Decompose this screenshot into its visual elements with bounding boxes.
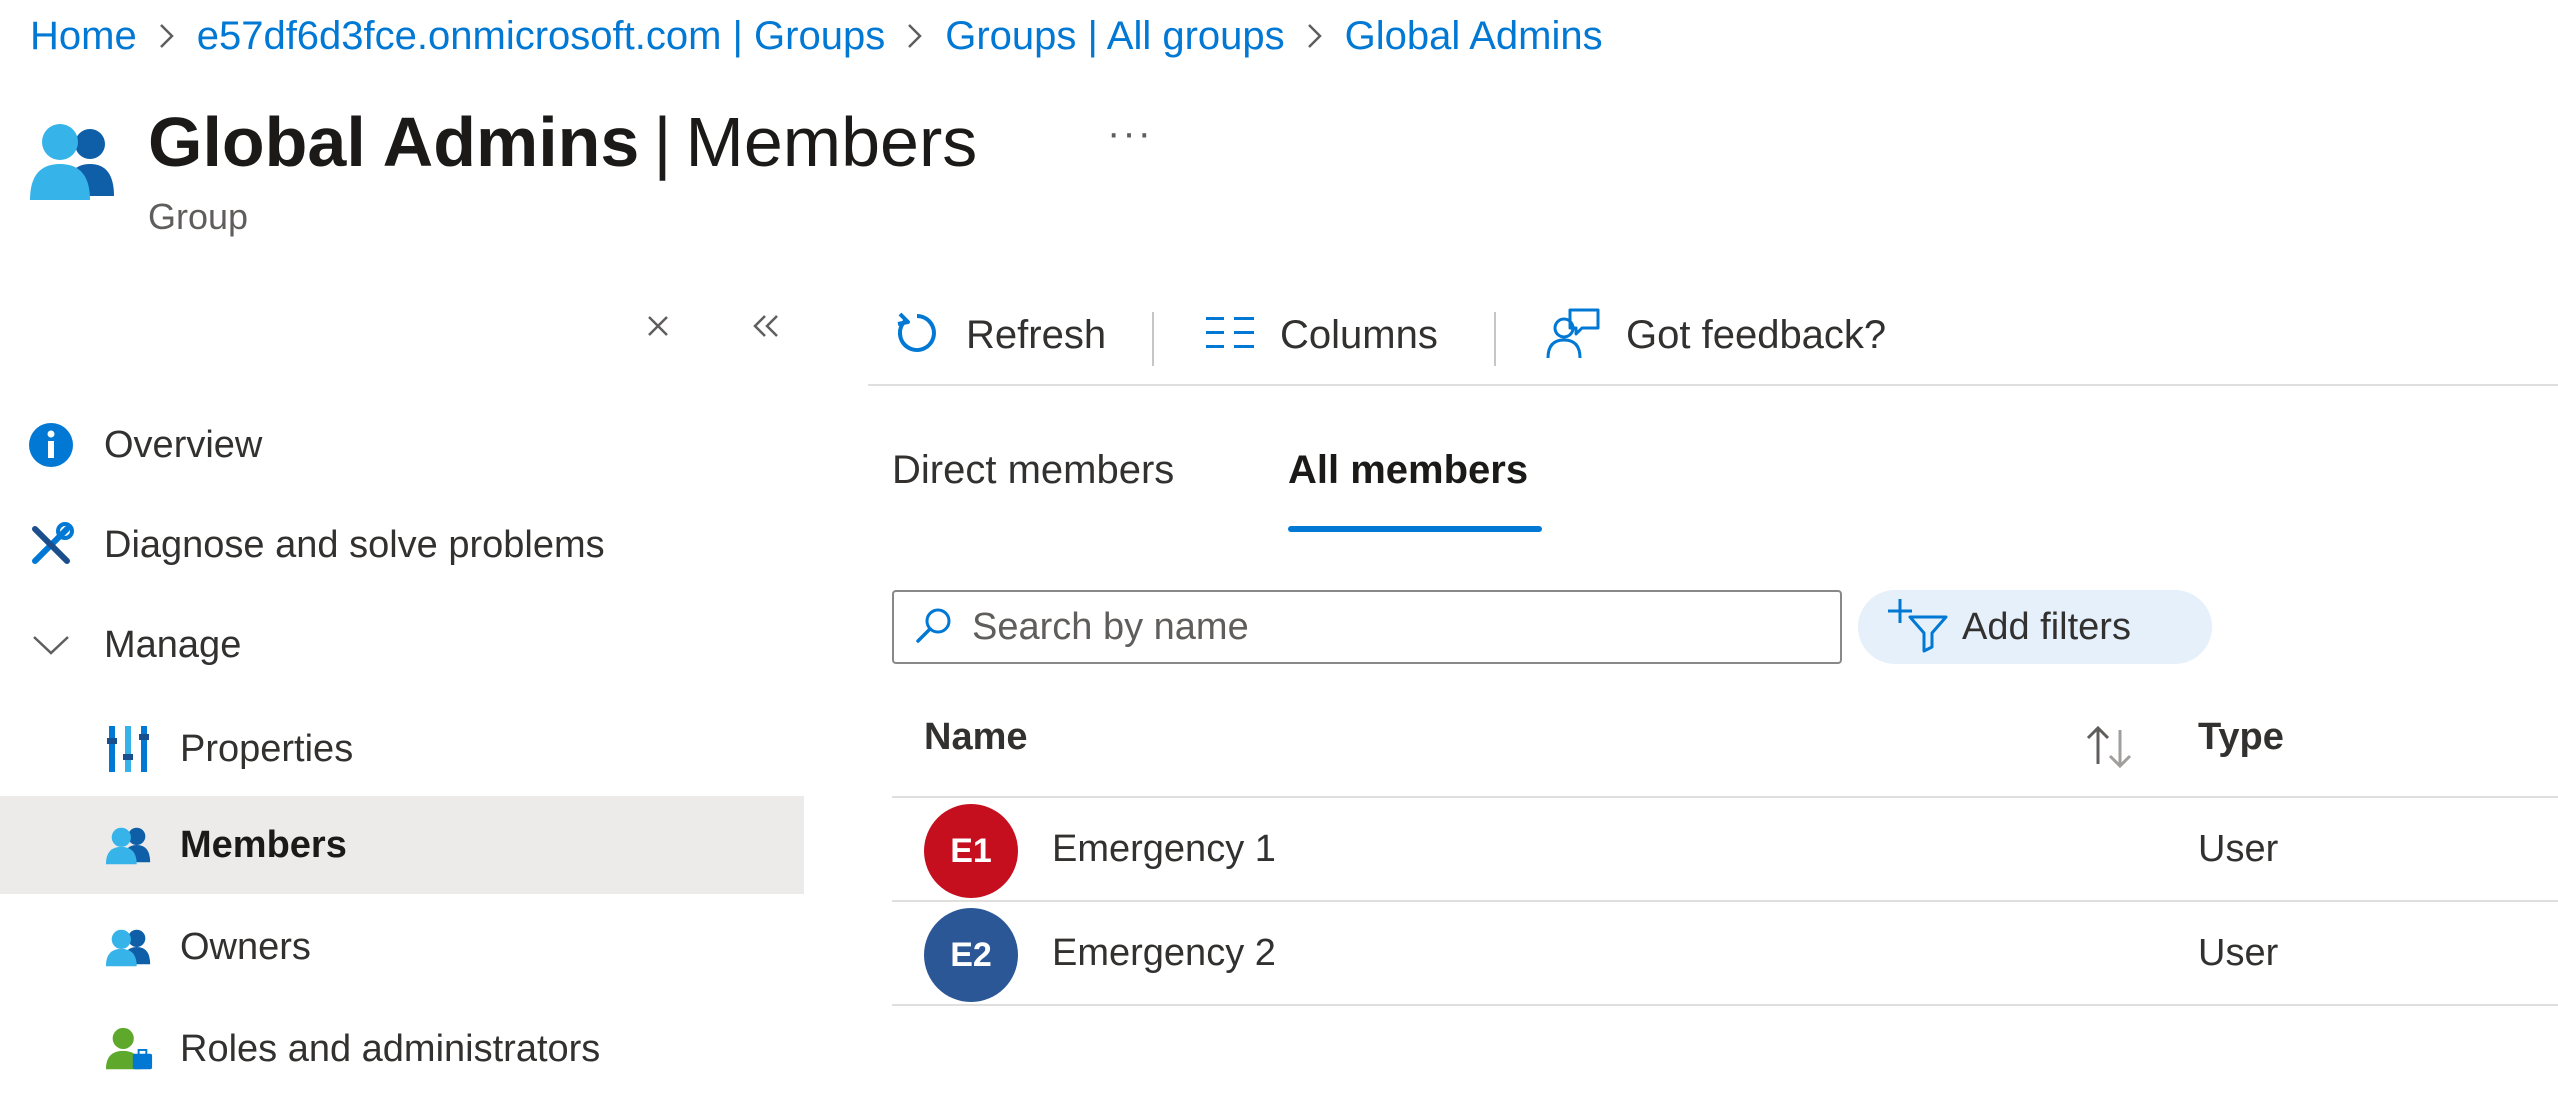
owners-icon xyxy=(104,922,154,972)
add-filter-icon xyxy=(1888,597,1948,658)
refresh-button[interactable]: Refresh xyxy=(892,300,1106,370)
command-bar: Refresh Columns Got feedback? xyxy=(868,290,2558,386)
refresh-icon xyxy=(892,308,942,363)
toolbar-divider xyxy=(1152,312,1154,366)
sidebar-item-properties[interactable]: Properties xyxy=(0,700,804,798)
sidebar-item-label: Manage xyxy=(104,623,242,666)
member-name[interactable]: Emergency 1 xyxy=(1052,828,1276,871)
tab-all-members[interactable]: All members xyxy=(1288,448,1528,534)
page-title: Global Admins | Members xyxy=(148,100,977,184)
chevron-right-icon xyxy=(137,10,197,62)
sidebar-item-roles[interactable]: Roles and administrators xyxy=(0,1000,804,1098)
wrench-icon xyxy=(26,520,76,570)
page-title-group: Global Admins xyxy=(148,103,640,181)
table-row[interactable]: E1 Emergency 1 User xyxy=(892,798,2558,902)
roles-icon xyxy=(104,1024,154,1074)
breadcrumb-home[interactable]: Home xyxy=(30,14,137,59)
table-row[interactable]: E2 Emergency 2 User xyxy=(892,902,2558,1006)
breadcrumb-all-groups[interactable]: Groups | All groups xyxy=(945,14,1284,59)
avatar: E1 xyxy=(924,804,1018,898)
chevron-right-icon xyxy=(1285,10,1345,62)
search-box[interactable] xyxy=(892,590,1842,664)
member-type: User xyxy=(2198,932,2279,974)
sort-icon[interactable] xyxy=(2080,722,2140,772)
columns-icon xyxy=(1204,313,1256,358)
sidebar-item-label: Members xyxy=(180,823,347,866)
sidebar-item-manage[interactable]: Manage xyxy=(0,596,804,694)
add-filters-button[interactable]: Add filters xyxy=(1858,590,2212,664)
sidebar-item-members[interactable]: Members xyxy=(0,796,804,894)
sidebar-item-diagnose[interactable]: Diagnose and solve problems xyxy=(0,496,804,594)
columns-button[interactable]: Columns xyxy=(1204,300,1438,370)
add-filters-label: Add filters xyxy=(1962,605,2131,648)
sidebar-item-label: Overview xyxy=(104,423,263,466)
sidebar-item-label: Owners xyxy=(180,925,311,968)
page-title-separator: | xyxy=(653,103,672,181)
table-divider xyxy=(892,1004,2558,1006)
column-header-type[interactable]: Type xyxy=(2198,716,2284,759)
close-icon[interactable] xyxy=(630,298,686,354)
tab-direct-members[interactable]: Direct members xyxy=(892,448,1174,534)
feedback-button[interactable]: Got feedback? xyxy=(1546,300,1886,370)
collapse-sidebar-icon[interactable] xyxy=(738,298,794,354)
members-icon xyxy=(104,820,154,870)
page-title-section: Members xyxy=(685,103,978,181)
search-input[interactable] xyxy=(972,605,1792,649)
avatar: E2 xyxy=(924,908,1018,1002)
breadcrumb-tenant-groups[interactable]: e57df6d3fce.onmicrosoft.com | Groups xyxy=(197,14,886,59)
member-name[interactable]: Emergency 2 xyxy=(1052,932,1276,975)
sidebar-item-owners[interactable]: Owners xyxy=(0,898,804,996)
sidebar-item-label: Properties xyxy=(180,727,354,770)
feedback-label: Got feedback? xyxy=(1626,312,1887,357)
sidebar-item-label: Roles and administrators xyxy=(180,1027,601,1070)
columns-label: Columns xyxy=(1280,312,1438,357)
sidebar-item-overview[interactable]: Overview xyxy=(0,396,804,494)
page-subtitle: Group xyxy=(148,196,249,237)
toolbar-divider xyxy=(1494,312,1496,366)
breadcrumb-global-admins[interactable]: Global Admins xyxy=(1345,14,1603,59)
breadcrumb: Home e57df6d3fce.onmicrosoft.com | Group… xyxy=(30,10,1603,62)
properties-icon xyxy=(104,724,154,774)
sidebar-item-label: Diagnose and solve problems xyxy=(104,523,605,566)
chevron-down-icon xyxy=(26,620,76,670)
active-tab-indicator xyxy=(1288,526,1542,532)
member-type: User xyxy=(2198,828,2279,870)
more-actions-button[interactable]: ··· xyxy=(1100,113,1160,168)
search-icon xyxy=(914,605,954,650)
column-header-name[interactable]: Name xyxy=(924,716,1028,759)
refresh-label: Refresh xyxy=(966,312,1107,357)
group-icon xyxy=(26,118,122,208)
chevron-right-icon xyxy=(885,10,945,62)
feedback-icon xyxy=(1546,306,1602,365)
info-icon xyxy=(26,420,76,470)
